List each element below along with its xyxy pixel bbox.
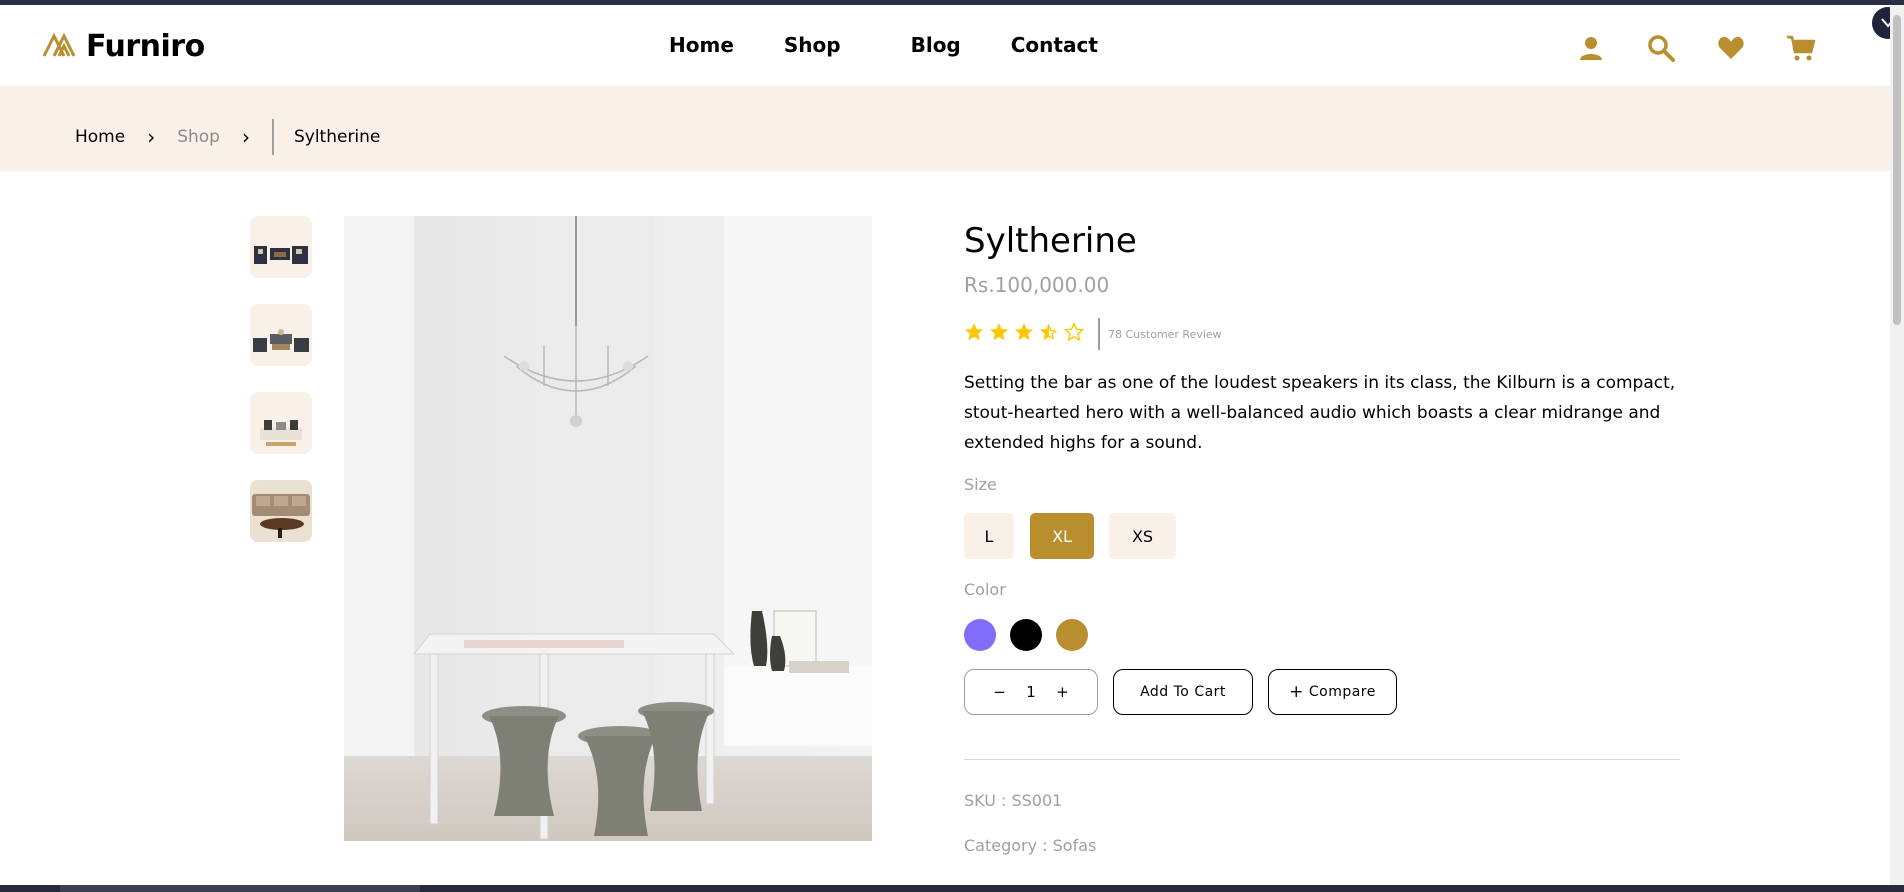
color-swatch-black[interactable]	[1010, 619, 1042, 651]
compare-button[interactable]: + Compare	[1268, 669, 1397, 715]
add-to-cart-button[interactable]: Add To Cart	[1113, 669, 1253, 715]
user-icon[interactable]	[1576, 33, 1606, 63]
taskbar-edge	[0, 885, 1904, 892]
quantity-decrement-button[interactable]: −	[993, 683, 1006, 701]
rating-divider	[1098, 318, 1100, 350]
breadcrumb-bar: Home › Shop › Syltherine	[0, 86, 1890, 171]
product-thumbnail[interactable]	[250, 216, 312, 278]
breadcrumb-home[interactable]: Home	[75, 127, 125, 147]
plus-icon: +	[1289, 682, 1304, 702]
product-thumbnail[interactable]	[250, 304, 312, 366]
scrollbar-thumb[interactable]	[1893, 15, 1901, 325]
nav-home[interactable]: Home	[669, 33, 734, 57]
nav-blog[interactable]: Blog	[911, 33, 961, 57]
search-icon[interactable]	[1646, 33, 1676, 63]
breadcrumb-divider	[271, 119, 274, 155]
color-label: Color	[964, 580, 1006, 599]
heart-icon[interactable]	[1716, 33, 1746, 63]
product-price: Rs.100,000.00	[964, 273, 1110, 297]
size-option-l[interactable]: L	[964, 513, 1014, 559]
chevron-right-icon: ›	[147, 125, 156, 149]
breadcrumb-shop[interactable]: Shop	[177, 127, 220, 147]
star-full-icon	[989, 322, 1009, 346]
quantity-value[interactable]: 1	[1026, 683, 1036, 701]
size-label: Size	[964, 475, 997, 494]
color-swatch-gold[interactable]	[1056, 619, 1088, 651]
quantity-increment-button[interactable]: +	[1056, 683, 1069, 701]
size-option-xs[interactable]: XS	[1109, 513, 1176, 559]
divider	[964, 759, 1680, 760]
page-scrollbar[interactable]	[1890, 5, 1904, 885]
star-full-icon	[1014, 322, 1034, 346]
color-swatch-purple[interactable]	[964, 619, 996, 651]
rating-stars	[964, 321, 1085, 346]
size-option-xl[interactable]: XL	[1030, 513, 1094, 559]
compare-label: Compare	[1308, 684, 1376, 700]
site-header: Furniro Home Shop Blog Contact	[0, 5, 1904, 86]
product-thumbnail[interactable]	[250, 480, 312, 542]
breadcrumb: Home › Shop › Syltherine	[75, 119, 380, 155]
star-half-icon	[1039, 322, 1059, 346]
breadcrumb-current: Syltherine	[293, 127, 381, 147]
product-main-image	[344, 216, 872, 841]
rating: 78 Customer Review	[964, 318, 1222, 350]
product-thumbnail[interactable]	[250, 392, 312, 454]
main-nav: Home Shop Blog Contact	[669, 33, 1098, 57]
header-icons	[1576, 33, 1816, 63]
product-page: Furniro Home Shop Blog Contact Home › Sh…	[0, 5, 1904, 885]
product-description: Setting the bar as one of the loudest sp…	[964, 373, 1676, 453]
logo[interactable]: Furniro	[42, 29, 205, 64]
chevron-right-icon: ›	[241, 125, 250, 149]
star-full-icon	[964, 322, 984, 346]
logo-icon	[42, 32, 80, 62]
product-category: Category : Sofas	[964, 836, 1097, 855]
quantity-stepper: − 1 +	[964, 669, 1098, 715]
product-sku: SKU : SS001	[964, 791, 1063, 810]
cart-icon[interactable]	[1786, 33, 1816, 63]
logo-text: Furniro	[86, 29, 205, 64]
review-count[interactable]: 78 Customer Review	[1108, 328, 1222, 341]
nav-contact[interactable]: Contact	[1011, 33, 1098, 57]
star-empty-icon	[1063, 321, 1085, 346]
product-title: Syltherine	[964, 221, 1137, 261]
nav-shop[interactable]: Shop	[784, 33, 841, 57]
